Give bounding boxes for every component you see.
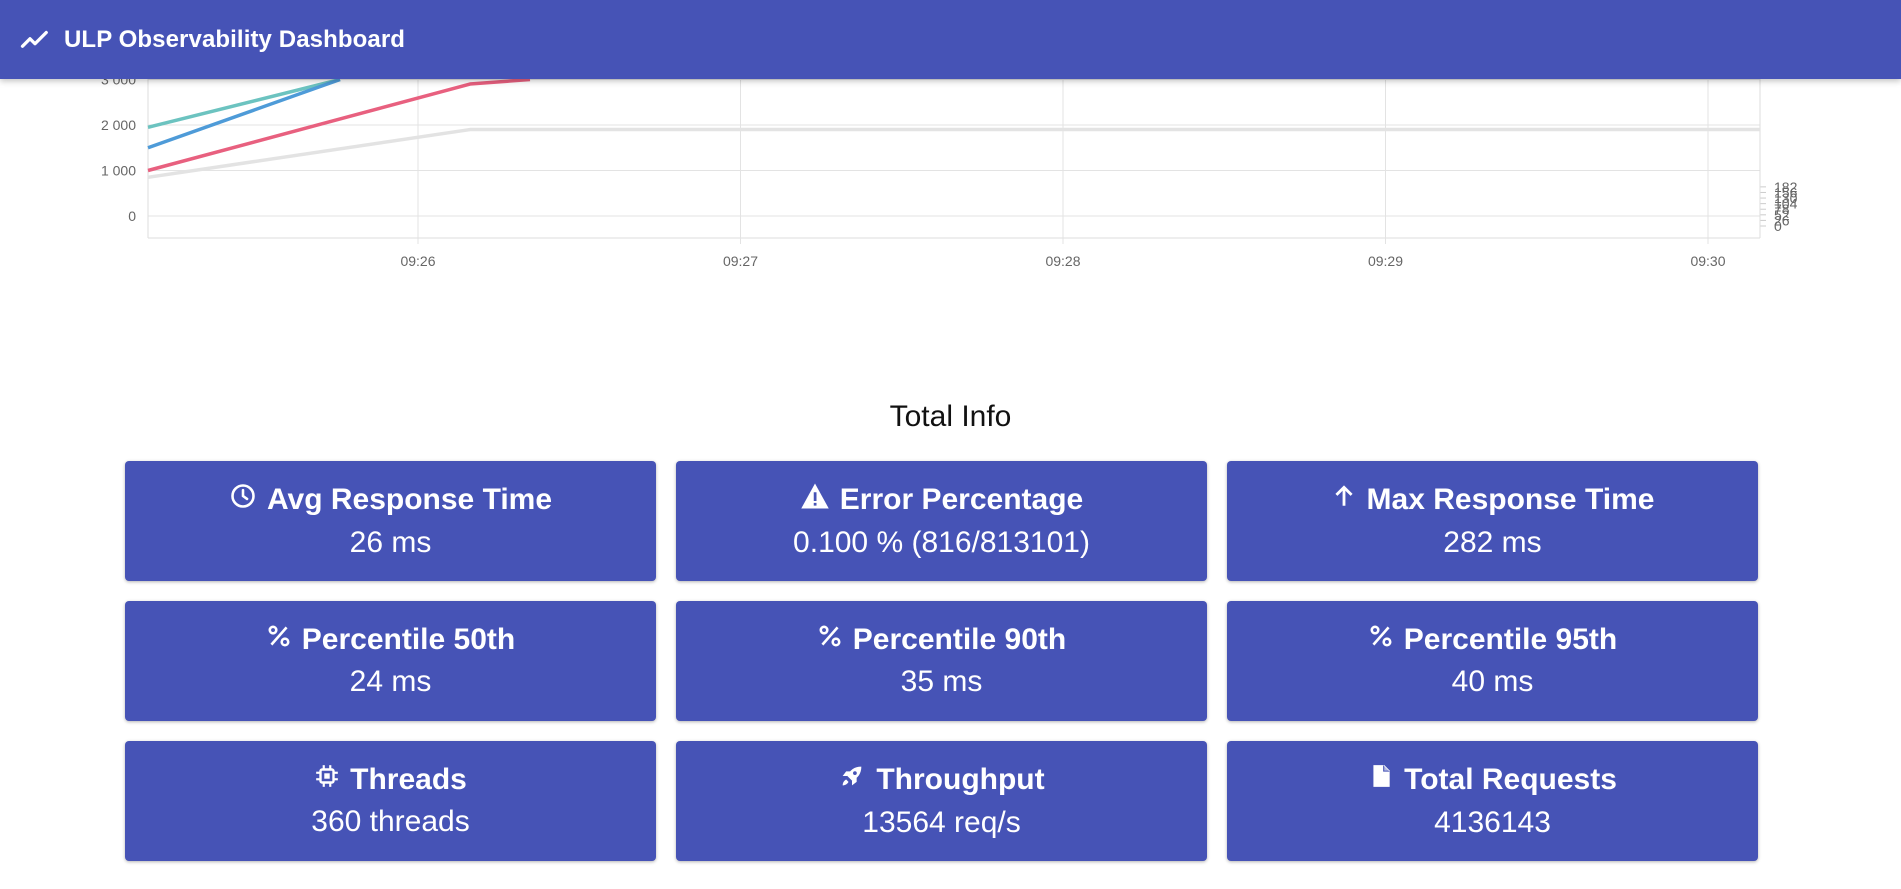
y-tick-label: 0 (128, 208, 136, 224)
card-label: Total Requests (1404, 763, 1617, 796)
card-label: Error Percentage (839, 483, 1084, 516)
clock-icon (229, 482, 267, 518)
card-value: 282 ms (1443, 526, 1542, 559)
x-tick-label: 09:27 (723, 253, 758, 269)
x-tick-label: 09:26 (400, 253, 435, 269)
app-title: ULP Observability Dashboard (64, 25, 406, 53)
card-label: Throughput (876, 763, 1045, 796)
series-line (147, 77, 341, 150)
percent-icon (817, 623, 853, 657)
card-value: 24 ms (349, 665, 432, 698)
card-throughput: Throughput 13564 req/s (676, 741, 1207, 861)
summary-cards: Avg Response Time 26 ms Error Percentage… (125, 461, 1758, 861)
section-title: Total Info (889, 400, 1012, 433)
x-tick-label: 09:29 (1368, 253, 1403, 269)
arrow-up-icon (1331, 482, 1367, 518)
card-threads: Threads 360 threads (125, 741, 656, 861)
card-label: Avg Response Time (266, 483, 553, 516)
percent-icon (1368, 623, 1404, 657)
card-value: 0.100 % (816/813101) (793, 526, 1090, 559)
card-label: Percentile 95th (1403, 623, 1618, 656)
card-max-response-time: Max Response Time 282 ms (1227, 461, 1758, 581)
series-line (147, 77, 341, 129)
card-percentile-50th: Percentile 50th 24 ms (125, 601, 656, 721)
card-avg-response-time: Avg Response Time 26 ms (125, 461, 656, 581)
y-tick-label: 1 000 (101, 163, 136, 179)
trending-up-icon (20, 25, 50, 55)
card-label: Percentile 50th (301, 623, 516, 656)
x-tick-label: 09:28 (1045, 253, 1080, 269)
x-tick-label: 09:30 (1690, 253, 1725, 269)
file-icon (1368, 762, 1404, 798)
card-label: Threads (350, 763, 467, 796)
card-value: 13564 req/s (862, 806, 1021, 839)
percent-icon (266, 623, 302, 657)
warning-icon (800, 482, 840, 518)
card-value: 360 threads (311, 805, 470, 838)
card-value: 26 ms (349, 526, 432, 559)
card-label: Max Response Time (1366, 483, 1655, 516)
card-label: Percentile 90th (852, 623, 1067, 656)
rocket-icon (838, 762, 876, 798)
card-total-requests: Total Requests 4136143 (1227, 741, 1758, 861)
app-bar: ULP Observability Dashboard (0, 0, 1901, 79)
card-error-percentage: Error Percentage 0.100 % (816/813101) (676, 461, 1207, 581)
card-value: 35 ms (900, 665, 983, 698)
card-value: 4136143 (1434, 806, 1551, 839)
card-percentile-95th: Percentile 95th 40 ms (1227, 601, 1758, 721)
card-value: 40 ms (1451, 665, 1534, 698)
y-tick-label: 2 000 (101, 117, 136, 133)
card-percentile-90th: Percentile 90th 35 ms (676, 601, 1207, 721)
chip-icon (314, 763, 350, 797)
y2-tick-label: 182 (1774, 179, 1798, 195)
